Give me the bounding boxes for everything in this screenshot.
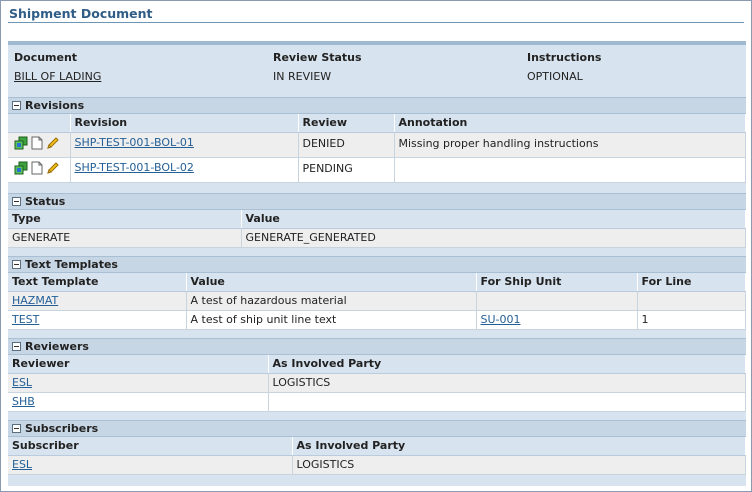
reviewers-section: Reviewers Reviewer As Involved Party ESL… [8,338,746,412]
table-row: GENERATE GENERATE_GENERATED [8,228,746,248]
collapse-icon[interactable] [12,101,21,110]
document-link[interactable]: BILL OF LADING [14,70,101,83]
document-icon[interactable] [31,136,43,153]
instructions-label: Instructions [527,51,602,64]
revision-link[interactable]: SHP-TEST-001-BOL-01 [75,136,194,149]
value-cell: A test of ship unit line text [186,310,477,330]
table-row: ESL LOGISTICS [8,455,746,475]
review-status-value: IN REVIEW [273,70,332,83]
annotation-cell [394,157,746,183]
column-header: Value [241,210,746,229]
text-templates-header[interactable]: Text Templates [8,256,746,273]
document-panel: Document BILL OF LADING Review Status IN… [8,41,746,486]
subscribers-table: Subscriber As Involved Party ESL LOGISTI… [8,437,746,475]
text-templates-table: Text Template Value For Ship Unit For Li… [8,273,746,330]
template-link[interactable]: HAZMAT [12,294,58,307]
column-header: As Involved Party [268,355,746,374]
document-label: Document [14,51,78,64]
revisions-title: Revisions [25,99,85,112]
reviewers-header[interactable]: Reviewers [8,338,746,355]
table-row: ESL LOGISTICS [8,373,746,393]
column-header: Subscriber [8,437,293,456]
revisions-header[interactable]: Revisions [8,97,746,114]
template-link[interactable]: TEST [12,313,39,326]
party-cell [268,392,746,412]
column-header: Review [298,114,395,133]
copy-icon[interactable] [14,161,28,178]
column-header: Text Template [8,273,187,292]
status-header[interactable]: Status [8,193,746,210]
document-icon[interactable] [31,161,43,178]
pencil-icon[interactable] [46,161,60,178]
reviewers-table: Reviewer As Involved Party ESL LOGISTICS… [8,355,746,412]
party-cell: LOGISTICS [292,455,746,475]
document-header: Document BILL OF LADING Review Status IN… [8,45,746,89]
column-header: Type [8,210,242,229]
column-header: For Line [637,273,746,292]
value-cell: A test of hazardous material [186,291,477,311]
column-header: Value [186,273,477,292]
subscribers-title: Subscribers [25,422,99,435]
column-header: Annotation [394,114,746,133]
value-cell: GENERATE_GENERATED [241,228,746,248]
page-title: Shipment Document [9,6,153,21]
title-divider [8,22,744,23]
text-templates-section: Text Templates Text Template Value For S… [8,256,746,330]
text-templates-title: Text Templates [25,258,118,271]
column-header: For Ship Unit [476,273,638,292]
table-row: HAZMAT A test of hazardous material [8,291,746,311]
subscriber-link[interactable]: ESL [12,458,32,471]
column-header: Revision [70,114,299,133]
collapse-icon[interactable] [12,260,21,269]
copy-icon[interactable] [14,136,28,153]
row-actions [8,132,71,158]
annotation-cell: Missing proper handling instructions [394,132,746,158]
collapse-icon[interactable] [12,342,21,351]
table-row: TEST A test of ship unit line text SU-00… [8,310,746,330]
table-row: SHP-TEST-001-BOL-02 PENDING [8,157,746,183]
review-cell: PENDING [298,157,395,183]
table-row: SHP-TEST-001-BOL-01 DENIED Missing prope… [8,132,746,158]
revision-link[interactable]: SHP-TEST-001-BOL-02 [75,161,194,174]
reviewers-title: Reviewers [25,340,89,353]
subscribers-section: Subscribers Subscriber As Involved Party… [8,420,746,475]
icon-column-header [8,114,71,133]
table-row: SHB [8,392,746,412]
reviewer-link[interactable]: ESL [12,376,32,389]
status-section: Status Type Value GENERATE GENERATE_GENE… [8,193,746,248]
party-cell: LOGISTICS [268,373,746,393]
review-cell: DENIED [298,132,395,158]
status-title: Status [25,195,66,208]
ship-unit-link[interactable]: SU-001 [481,313,521,326]
revisions-table: Revision Review Annotation SHP-TEST-001-… [8,114,746,183]
type-cell: GENERATE [8,228,242,248]
subscribers-header[interactable]: Subscribers [8,420,746,437]
review-status-label: Review Status [273,51,362,64]
collapse-icon[interactable] [12,197,21,206]
column-header: Reviewer [8,355,269,374]
line-cell [637,291,746,311]
row-actions [8,157,71,183]
column-header: As Involved Party [292,437,746,456]
collapse-icon[interactable] [12,424,21,433]
window-frame: Shipment Document Document BILL OF LADIN… [0,0,752,492]
status-table: Type Value GENERATE GENERATE_GENERATED [8,210,746,248]
instructions-value: OPTIONAL [527,70,583,83]
pencil-icon[interactable] [46,136,60,153]
line-cell: 1 [637,310,746,330]
revisions-section: Revisions Revision Review Annotation SHP… [8,97,746,183]
ship-unit-cell [476,291,638,311]
reviewer-link[interactable]: SHB [12,395,35,408]
